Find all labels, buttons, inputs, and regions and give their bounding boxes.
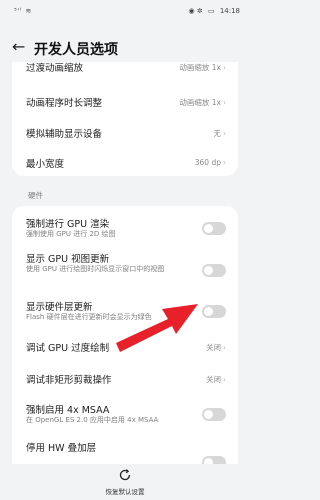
row-value: 关闭 › bbox=[206, 343, 226, 352]
force-msaa-toggle[interactable] bbox=[202, 408, 226, 421]
force-gpu-toggle[interactable] bbox=[202, 222, 226, 235]
row-title: 模拟辅助显示设备 bbox=[26, 129, 103, 140]
row-value: 动画缩放 1x › bbox=[179, 98, 226, 107]
row-title: 动画程序时长调整 bbox=[26, 98, 103, 109]
battery-icon: ▭ bbox=[207, 7, 215, 15]
status-bar: ⁵ᴵˡ ≋ ◉ ✲ ▭ 14:18 bbox=[0, 0, 250, 22]
row-subtitle: 在 OpenGL ES 2.0 应用中启用 4x MSAA bbox=[26, 416, 159, 424]
settings-group-display: 过渡动画缩放 动画缩放 1x › 动画程序时长调整 动画缩放 1x › 模拟辅助显示… bbox=[12, 62, 238, 176]
reset-defaults-label: 恢复默认设置 bbox=[105, 488, 145, 496]
status-right: ◉ ✲ ▭ 14:18 bbox=[186, 7, 240, 15]
status-icons: ◉ ✲ bbox=[188, 7, 203, 15]
bottom-bar: 恢复默认设置 bbox=[0, 464, 250, 500]
row-value: 无 › bbox=[213, 129, 227, 138]
settings-group-hardware: 强制进行 GPU 渲染 强制使用 GPU 进行 2D 绘图 显示 GPU 视图更… bbox=[12, 206, 238, 464]
section-header-hardware: 硬件 bbox=[28, 191, 43, 200]
header: ← 开发人员选项 bbox=[0, 34, 250, 62]
gpu-view-updates-toggle[interactable] bbox=[202, 264, 226, 277]
signal-wifi-icons: ⁵ᴵˡ ≋ bbox=[14, 7, 33, 15]
settings-row-disable-hw-overlay[interactable]: 停用 HW 叠加层 bbox=[12, 434, 238, 464]
row-value: 动画缩放 1x › bbox=[179, 63, 226, 72]
settings-row-debug-clip[interactable]: 调试非矩形剪裁操作 关闭 › bbox=[12, 364, 238, 394]
row-title: 显示 GPU 视图更新 bbox=[26, 254, 110, 265]
row-title: 调试非矩形剪裁操作 bbox=[26, 375, 112, 386]
page-title: 开发人员选项 bbox=[34, 42, 118, 58]
chevron-right-icon: › bbox=[223, 63, 226, 72]
row-title: 过渡动画缩放 bbox=[26, 63, 84, 74]
chevron-right-icon: › bbox=[223, 129, 226, 138]
row-value: 关闭 › bbox=[206, 375, 226, 384]
disable-hw-overlay-toggle[interactable] bbox=[202, 456, 226, 464]
hw-layer-updates-toggle[interactable] bbox=[202, 305, 226, 318]
chevron-right-icon: › bbox=[223, 158, 226, 167]
chevron-right-icon: › bbox=[223, 375, 226, 384]
settings-row-min-width[interactable]: 最小宽度 360 dp › bbox=[12, 148, 238, 176]
settings-row-simulate-display[interactable]: 模拟辅助显示设备 无 › bbox=[12, 117, 238, 147]
settings-row-debug-overdraw[interactable]: 调试 GPU 过度绘制 关闭 › bbox=[12, 332, 238, 362]
row-title: 最小宽度 bbox=[26, 159, 65, 170]
row-title: 显示硬件层更新 bbox=[26, 302, 93, 313]
row-title: 强制启用 4x MSAA bbox=[26, 405, 110, 416]
row-value: 360 dp › bbox=[194, 158, 226, 167]
reset-icon[interactable] bbox=[118, 468, 132, 482]
row-title: 调试 GPU 过度绘制 bbox=[26, 343, 110, 354]
row-title: 停用 HW 叠加层 bbox=[26, 443, 97, 454]
status-time: 14:18 bbox=[219, 7, 240, 15]
chevron-right-icon: › bbox=[223, 343, 226, 352]
settings-row-animator-duration[interactable]: 动画程序时长调整 动画缩放 1x › bbox=[12, 86, 238, 116]
settings-row-gpu-view-updates[interactable]: 显示 GPU 视图更新 使用 GPU 进行绘图时闪烁显示窗口中的视图 bbox=[12, 246, 238, 292]
chevron-right-icon: › bbox=[223, 98, 226, 107]
settings-row-force-gpu[interactable]: 强制进行 GPU 渲染 强制使用 GPU 进行 2D 绘图 bbox=[12, 210, 238, 244]
back-arrow-icon[interactable]: ← bbox=[12, 37, 25, 56]
settings-row-force-msaa[interactable]: 强制启用 4x MSAA 在 OpenGL ES 2.0 应用中启用 4x MS… bbox=[12, 396, 238, 432]
settings-row-hw-layer-updates[interactable]: 显示硬件层更新 Flash 硬件层在进行更新时会显示为绿色 bbox=[12, 294, 238, 328]
row-subtitle: Flash 硬件层在进行更新时会显示为绿色 bbox=[26, 313, 152, 321]
row-subtitle: 使用 GPU 进行绘图时闪烁显示窗口中的视图 bbox=[26, 265, 165, 273]
row-subtitle: 强制使用 GPU 进行 2D 绘图 bbox=[26, 230, 116, 238]
row-title: 强制进行 GPU 渲染 bbox=[26, 219, 110, 230]
settings-row-transition-scale[interactable]: 过渡动画缩放 动画缩放 1x › bbox=[12, 62, 238, 76]
